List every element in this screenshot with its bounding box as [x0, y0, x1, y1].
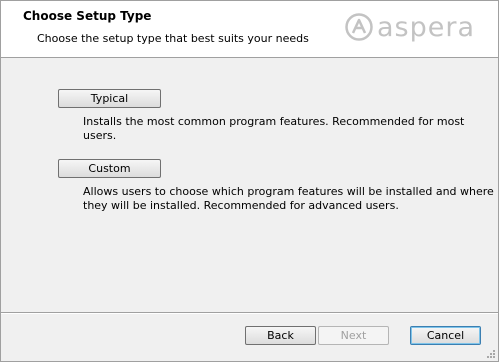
aspera-logo: aspera [345, 11, 475, 43]
aspera-logo-icon [345, 13, 373, 41]
setup-dialog: Choose Setup Type Choose the setup type … [0, 0, 499, 362]
custom-description-line2: they will be installed. Recommended for … [83, 199, 399, 212]
back-button[interactable]: Back [245, 326, 316, 345]
aspera-logo-text: aspera [377, 11, 476, 43]
next-button[interactable]: Next [318, 326, 389, 345]
page-subtitle: Choose the setup type that best suits yo… [37, 32, 309, 45]
custom-button[interactable]: Custom [58, 159, 161, 178]
custom-description-line1: Allows users to choose which program fea… [83, 185, 494, 198]
page-title: Choose Setup Type [23, 9, 152, 23]
resize-grip-icon[interactable] [486, 349, 496, 359]
cancel-button[interactable]: Cancel [410, 326, 481, 345]
typical-description: Installs the most common program feature… [83, 115, 465, 142]
custom-description: Allows users to choose which program fea… [83, 185, 494, 213]
footer-separator [1, 312, 498, 314]
typical-button[interactable]: Typical [58, 89, 161, 108]
dialog-header: Choose Setup Type Choose the setup type … [1, 1, 498, 58]
